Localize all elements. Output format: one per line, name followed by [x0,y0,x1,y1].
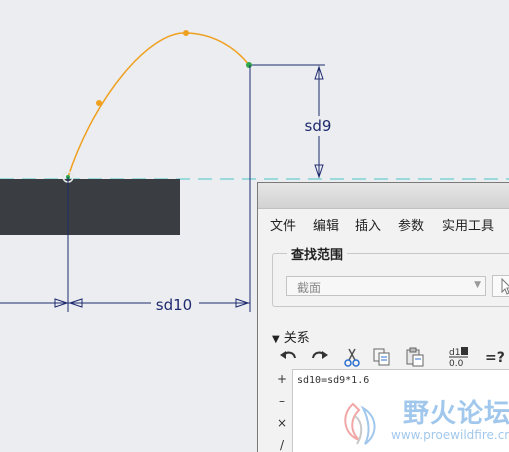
dialog-titlebar[interactable] [258,183,509,209]
menu-parameters[interactable]: 参数 [398,215,424,234]
relations-dialog: 文件 编辑 插入 参数 实用工具 查找范围 截面 ▼ ▼ 关系 d1 0.0 =… [257,182,509,452]
watermark-url: www.proewildfire.cn [391,428,509,442]
chevron-down-icon: ▼ [474,280,481,290]
sd10-label[interactable]: sd10 [156,296,192,314]
cursor-arrow-icon [501,277,509,295]
show-values-button[interactable]: d1 0.0 [448,346,470,369]
expand-triangle-icon: ▼ [272,334,280,345]
cut-icon [344,348,360,367]
look-in-select[interactable]: 截面 ▼ [286,276,486,296]
cut-button[interactable] [341,346,363,368]
redo-button[interactable] [308,346,330,368]
undo-icon [280,351,296,359]
undo-button[interactable] [278,346,300,368]
arc-midpoint[interactable] [96,100,102,106]
paste-icon [406,347,424,367]
svg-text:0.0: 0.0 [449,359,464,368]
sketch-arc[interactable] [67,32,250,178]
operator-plus-button[interactable]: + [272,369,292,389]
redo-icon [312,351,328,359]
sd9-label[interactable]: sd9 [305,117,332,135]
operator-divide-button[interactable]: / [272,435,292,452]
watermark: 野火论坛 www.proewildfire.cn [333,394,509,452]
menu-utilities[interactable]: 实用工具 [442,215,494,234]
relations-section-label: 关系 [283,331,310,346]
menu-insert[interactable]: 插入 [355,215,381,234]
look-in-legend: 查找范围 [287,244,348,263]
menu-file[interactable]: 文件 [270,215,296,234]
menu-edit[interactable]: 编辑 [313,215,339,234]
arc-endpoint[interactable] [246,62,252,68]
relation-text[interactable]: sd10=sd9*1.6 [297,375,369,386]
relations-section-header[interactable]: ▼ 关系 [272,327,310,346]
svg-text:=?: =? [485,350,505,366]
operator-multiply-button[interactable]: × [272,413,292,433]
look-in-value: 截面 [297,281,322,295]
copy-button[interactable] [371,346,393,368]
look-in-group: 查找范围 截面 ▼ [272,244,509,307]
arc-control-point[interactable] [183,30,189,36]
relations-editor[interactable]: sd10=sd9*1.6 野火论坛 www.proewildfire.cn [292,369,509,452]
paste-button[interactable] [404,346,426,368]
dialog-menubar: 文件 编辑 插入 参数 实用工具 [258,213,509,235]
operator-minus-button[interactable]: – [272,391,292,411]
verify-button[interactable]: =? [483,346,505,368]
sketch-solid-block [0,179,180,235]
verify-icon: =? [485,350,505,366]
copy-icon [373,348,390,366]
select-object-button[interactable] [492,275,509,297]
watermark-title: 野火论坛 [403,399,509,429]
show-values-icon: d1 0.0 [449,347,468,369]
relations-toolbar: d1 0.0 =? [278,346,509,369]
operator-sidebar: + – × / [272,369,292,452]
flame-logo-icon [344,402,376,445]
